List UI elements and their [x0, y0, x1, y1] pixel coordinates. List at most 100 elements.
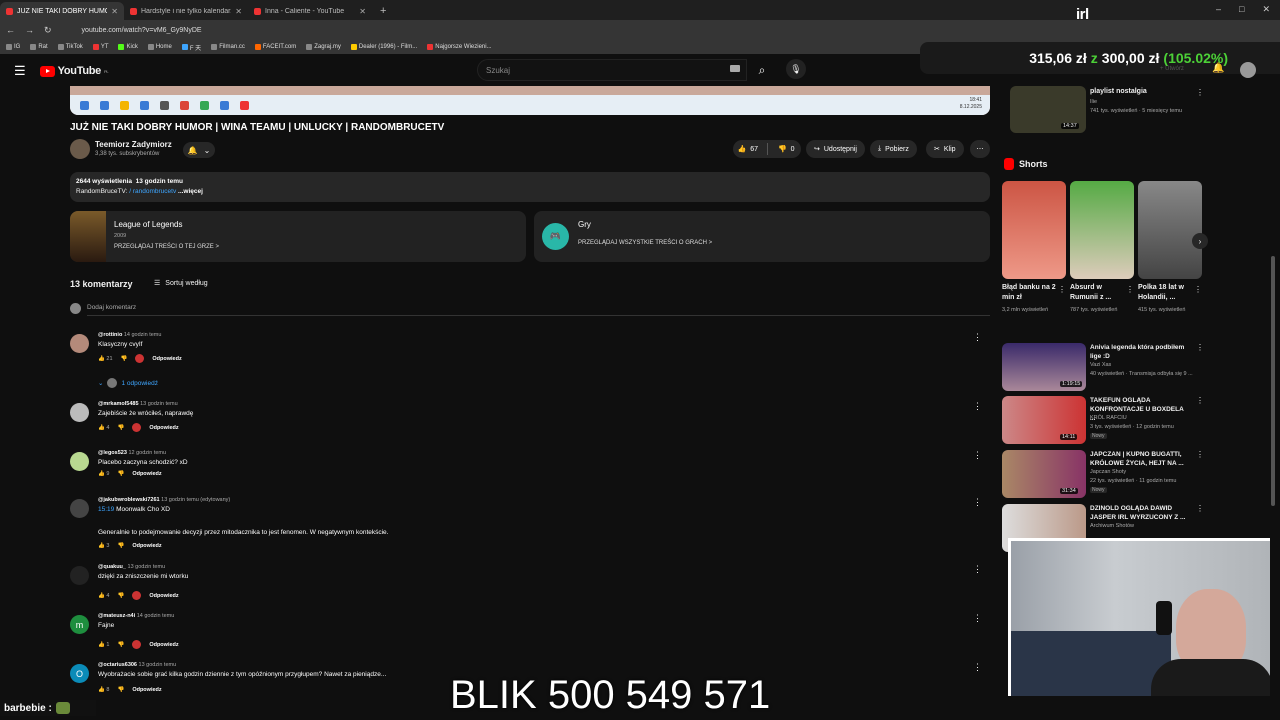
short-menu-icon[interactable]: ⋮ — [1126, 285, 1134, 294]
bookmark-faceit[interactable]: FACEIT.com — [254, 44, 296, 50]
comment-like-button[interactable]: 👍 9 — [98, 471, 109, 477]
video-player[interactable]: 18:41 8.12.2025 — [70, 86, 990, 115]
bookmark-rat[interactable]: Rat — [30, 44, 48, 50]
channel-avatar[interactable] — [70, 139, 90, 159]
reply-button[interactable]: Odpowiedz — [132, 471, 161, 477]
commenter-avatar[interactable]: m — [70, 615, 89, 634]
comment-menu-icon[interactable]: ⋮ — [973, 613, 982, 624]
comment-author[interactable]: @mrkamol5485 13 godzin temu — [98, 401, 178, 407]
comment-author[interactable]: @rottinio 14 godzin temu — [98, 332, 161, 338]
comment-like-button[interactable]: 👍 1 — [98, 642, 109, 648]
reply-button[interactable]: Odpowiedz — [149, 642, 178, 648]
item-menu-icon[interactable]: ⋮ — [1196, 450, 1204, 459]
forward-icon[interactable]: → — [25, 25, 34, 35]
bookmark-ig[interactable]: IG — [6, 44, 20, 50]
short-menu-icon[interactable]: ⋮ — [1194, 285, 1202, 294]
youtube-logo[interactable]: YouTube PL — [39, 65, 109, 77]
bookmark-filman[interactable]: Filman.cc — [211, 44, 245, 50]
reply-button[interactable]: Odpowiedz — [149, 425, 178, 431]
hamburger-menu-icon[interactable]: ☰ — [14, 63, 26, 79]
share-button[interactable]: ↪ Udostępnij — [806, 140, 865, 158]
close-tab-icon[interactable]: ✕ — [359, 7, 366, 16]
notifications-bell-icon[interactable]: 🔔 — [1212, 63, 1224, 74]
comment-menu-icon[interactable]: ⋮ — [973, 332, 982, 343]
reply-button[interactable]: Odpowiedz — [149, 593, 178, 599]
comment-dislike-button[interactable]: 👎 — [117, 593, 124, 599]
item-menu-icon[interactable]: ⋮ — [1196, 504, 1204, 513]
item-menu-icon[interactable]: ⋮ — [1196, 88, 1204, 97]
bookmark-home[interactable]: Home — [147, 44, 172, 50]
create-button[interactable]: + Utwórz — [1160, 66, 1184, 72]
reply-button[interactable]: Odpowiedz — [132, 687, 161, 693]
short-menu-icon[interactable]: ⋮ — [1058, 285, 1066, 294]
category-card-gaming[interactable]: 🎮 Gry PRZEGLĄDAJ WSZYSTKIE TREŚCI O GRAC… — [534, 211, 990, 262]
reply-button[interactable]: Odpowiedz — [152, 356, 181, 362]
close-tab-icon[interactable]: ✕ — [235, 7, 242, 16]
comment-like-button[interactable]: 👍 3 — [98, 543, 109, 549]
keyboard-icon[interactable] — [730, 65, 740, 72]
browser-tab-2[interactable]: Hardstyle i nie tylko kalendarz adwe✕ — [124, 2, 248, 20]
show-more-link[interactable]: ...więcej — [178, 188, 203, 195]
bookmark-tiktok[interactable]: TikTok — [57, 44, 83, 50]
comment-author[interactable]: @quakuu_ 13 godzin temu — [98, 564, 165, 570]
item-menu-icon[interactable]: ⋮ — [1196, 343, 1204, 352]
recommended-video[interactable]: 1:19:15 Anivia legenda która podbiłem li… — [1002, 343, 1204, 393]
comment-author[interactable]: @octarius6306 13 godzin temu — [98, 662, 176, 668]
bookmark-f[interactable]: F 天 — [181, 43, 201, 52]
short-item[interactable]: Absurd w Rumunii z ... 787 tys. wyświetl… — [1070, 181, 1134, 314]
video-timestamp-link[interactable]: 15:19 — [98, 506, 114, 513]
comment-dislike-button[interactable]: 👎 — [117, 425, 124, 431]
close-tab-icon[interactable]: ✕ — [111, 7, 118, 16]
recommended-video[interactable]: 14:11 TAKEFUN OGLĄDA KONFRONTACJE U BOXD… — [1002, 396, 1204, 446]
bookmark-yt[interactable]: YT — [92, 44, 108, 50]
search-input[interactable]: Szukaj — [477, 59, 747, 81]
comment-dislike-button[interactable]: 👎 — [117, 471, 124, 477]
dislike-button[interactable]: 👎 0 — [772, 140, 802, 158]
more-actions-button[interactable]: ⋯ — [970, 140, 990, 158]
account-avatar[interactable] — [1240, 62, 1256, 78]
commenter-avatar[interactable] — [70, 566, 89, 585]
new-tab-button[interactable]: + — [380, 5, 386, 17]
subscribe-notifications-button[interactable]: 🔔 ⌄ — [183, 142, 215, 158]
browse-gaming-link[interactable]: PRZEGLĄDAJ WSZYSTKIE TREŚCI O GRACH > — [578, 240, 712, 246]
comment-menu-icon[interactable]: ⋮ — [973, 497, 982, 508]
video-description[interactable]: 2644 wyświetlenia 13 godzin temu RandomB… — [70, 172, 990, 202]
browse-game-link[interactable]: PRZEGLĄDAJ TREŚCI O TEJ GRZE > — [114, 244, 219, 250]
url-field[interactable]: youtube.com/watch?v=vM6_Gy9NyDE — [82, 27, 202, 34]
commenter-avatar[interactable] — [70, 452, 89, 471]
back-icon[interactable]: ← — [6, 25, 15, 35]
comment-menu-icon[interactable]: ⋮ — [973, 662, 982, 673]
browser-tab-3[interactable]: Inna - Caliente - YouTube ✕ — [248, 2, 372, 20]
browser-tab-1[interactable]: JUŻ NIE TAKI DOBRY HUMOR ✕ — [0, 2, 124, 20]
comment-like-button[interactable]: 👍 4 — [98, 593, 109, 599]
view-replies-button[interactable]: ⌄ 1 odpowiedź — [98, 378, 158, 388]
bookmark-dealer[interactable]: Dealer (1996) - Film... — [350, 44, 417, 50]
commenter-avatar[interactable] — [70, 334, 89, 353]
comment-dislike-button[interactable]: 👎 — [121, 356, 128, 362]
comment-dislike-button[interactable]: 👎 — [117, 642, 124, 648]
bookmark-kick[interactable]: Kick — [118, 44, 138, 50]
comment-menu-icon[interactable]: ⋮ — [973, 401, 982, 412]
comment-menu-icon[interactable]: ⋮ — [973, 564, 982, 575]
add-comment-input[interactable]: Dodaj komentarz — [87, 304, 136, 311]
bookmark-najgorsze[interactable]: Najgorsze Wiezieni... — [427, 44, 492, 50]
maximize-button[interactable]: □ — [1239, 4, 1244, 15]
comment-like-button[interactable]: 👍 4 — [98, 425, 109, 431]
comment-like-button[interactable]: 👍 8 — [98, 687, 109, 693]
category-card-game[interactable]: League of Legends 2009 PRZEGLĄDAJ TREŚCI… — [70, 211, 526, 262]
clip-button[interactable]: ✂ Klip — [926, 140, 964, 158]
comment-author[interactable]: @mateusz-n4i 14 godzin temu — [98, 613, 174, 619]
commenter-avatar[interactable]: O — [70, 664, 89, 683]
comment-menu-icon[interactable]: ⋮ — [973, 450, 982, 461]
item-menu-icon[interactable]: ⋮ — [1196, 396, 1204, 405]
commenter-avatar[interactable] — [70, 403, 89, 422]
recommended-video[interactable]: 31:34 JAPCZAN | KUPNO BUGATTI, KRÓLOWE Ż… — [1002, 450, 1204, 500]
like-button[interactable]: 👍 67 — [733, 140, 763, 158]
bookmark-zagraj[interactable]: Zagraj.my — [306, 44, 341, 50]
short-item[interactable]: Błąd banku na 2 min zł 3,2 mln wyświetle… — [1002, 181, 1066, 314]
sidebar-playlist-item[interactable]: 14:37 playlist nostalgia Ilie 741 tys. w… — [1002, 86, 1204, 136]
scrollbar-thumb[interactable] — [1271, 256, 1275, 506]
short-item[interactable]: Polka 18 lat w Holandii, ... 415 tys. wy… — [1138, 181, 1202, 314]
reload-icon[interactable]: ↻ — [44, 25, 52, 36]
search-button[interactable]: ⌕ — [750, 59, 774, 81]
